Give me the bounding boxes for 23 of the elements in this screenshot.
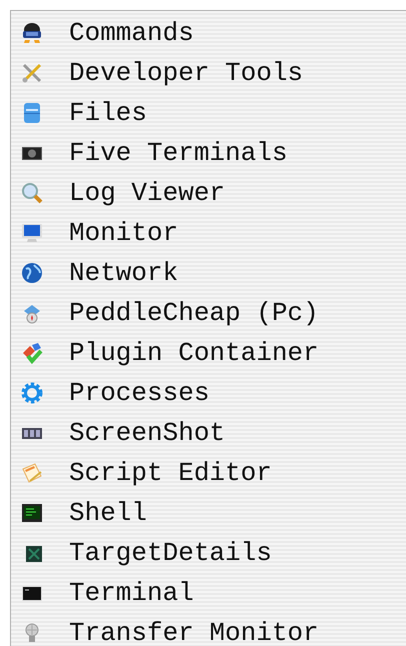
menu-item-label[interactable]: Monitor — [69, 220, 178, 246]
console-icon — [20, 501, 44, 525]
menu-item-label[interactable]: Files — [69, 100, 148, 126]
gear-icon — [20, 381, 44, 405]
menu-item-label[interactable]: Transfer Monitor — [69, 620, 319, 646]
menu-item-label[interactable]: PeddleCheap (Pc) — [69, 300, 319, 326]
notepad-icon — [20, 461, 44, 485]
menu-item-label[interactable]: Shell — [69, 500, 148, 526]
magnifier-icon — [20, 181, 44, 205]
menu-item-label[interactable]: Script Editor — [69, 460, 272, 486]
monitor-icon — [20, 221, 44, 245]
menu-item-label[interactable]: TargetDetails — [69, 540, 272, 566]
menu-item-label[interactable]: ScreenShot — [69, 420, 226, 446]
menu-item-label[interactable]: Developer Tools — [69, 60, 304, 86]
menu-item-label[interactable]: Terminal — [69, 580, 194, 606]
menu-item-label[interactable]: Five Terminals — [69, 140, 288, 166]
menu-item-label[interactable]: Commands — [69, 20, 194, 46]
tools-icon — [20, 61, 44, 85]
globe-icon — [20, 261, 44, 285]
menu-item-label[interactable]: Log Viewer — [69, 180, 226, 206]
menu-item-label[interactable]: Network — [69, 260, 178, 286]
menu-item-label[interactable]: Processes — [69, 380, 210, 406]
menu-item-label[interactable]: Plugin Container — [69, 340, 319, 366]
